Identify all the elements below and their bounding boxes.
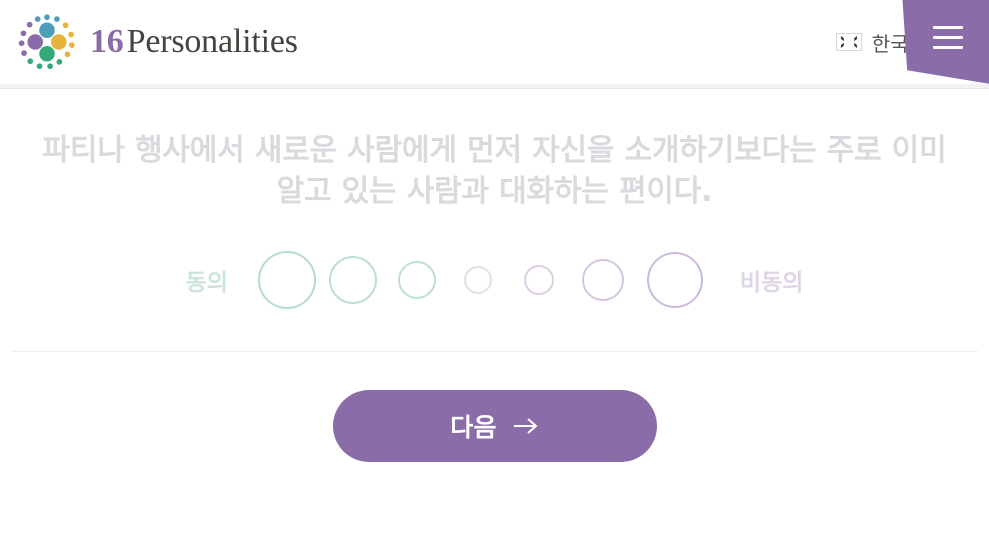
brand-wordmark: 16Personalities bbox=[90, 25, 298, 59]
answer-option-strongly-agree[interactable] bbox=[254, 250, 320, 309]
sixteen-personalities-dots-logo bbox=[18, 14, 75, 70]
answer-circle-2 bbox=[328, 255, 377, 304]
answer-circle-5 bbox=[524, 264, 555, 295]
hamburger-menu-icon bbox=[932, 26, 963, 49]
answer-scale: 동의 비동의 bbox=[25, 250, 965, 309]
question-text: 파티나 행사에서 새로운 사람에게 먼저 자신을 소개하기보다는 주로 이미 알… bbox=[42, 133, 947, 210]
hamburger-bar-2 bbox=[932, 36, 963, 39]
answer-circle-4 bbox=[464, 265, 493, 294]
brand-number: 16 bbox=[90, 23, 124, 60]
answer-option-strongly-disagree[interactable] bbox=[636, 251, 714, 308]
hamburger-bar-1 bbox=[932, 26, 963, 29]
answer-circle-3 bbox=[397, 260, 436, 299]
answer-circle-7 bbox=[646, 251, 703, 308]
hamburger-bar-3 bbox=[932, 46, 963, 49]
test-question-panel: 파티나 행사에서 새로운 사람에게 먼저 자신을 소개하기보다는 주로 이미 알… bbox=[0, 84, 989, 462]
answer-option-agree[interactable] bbox=[320, 255, 386, 304]
section-divider bbox=[11, 350, 978, 352]
answer-option-slightly-disagree[interactable] bbox=[509, 264, 570, 295]
answer-option-slightly-agree[interactable] bbox=[386, 260, 448, 299]
scale-label-disagree: 비동의 bbox=[739, 269, 804, 296]
answer-circle-6 bbox=[581, 258, 624, 301]
next-button[interactable]: 다음 bbox=[332, 389, 657, 462]
brand-word: Personalities bbox=[126, 23, 298, 60]
south-korea-flag-icon bbox=[835, 33, 862, 51]
answer-option-neutral[interactable] bbox=[448, 265, 509, 294]
next-button-label: 다음 bbox=[450, 412, 497, 442]
next-button-container: 다음 bbox=[0, 389, 989, 462]
answer-options bbox=[254, 250, 714, 309]
arrow-right-icon bbox=[513, 418, 538, 434]
brand-logo-link[interactable]: 16Personalities bbox=[16, 11, 298, 73]
scale-label-agree: 동의 bbox=[185, 269, 228, 296]
answer-option-disagree[interactable] bbox=[570, 258, 636, 301]
answer-circle-1 bbox=[257, 250, 316, 309]
site-header: 16Personalities 한국어 bbox=[0, 0, 989, 84]
